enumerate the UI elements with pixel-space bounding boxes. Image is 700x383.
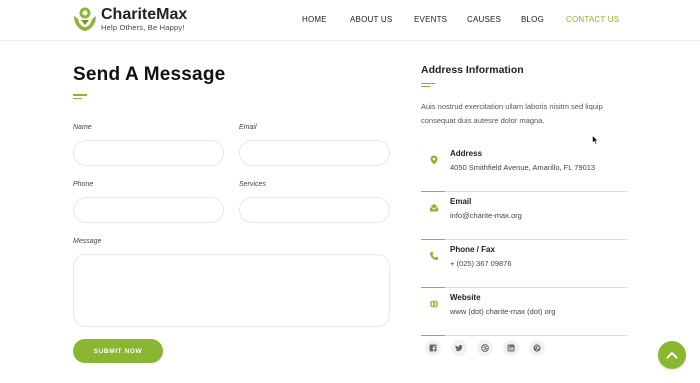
name-label: Name: [73, 124, 92, 131]
pinterest-icon[interactable]: [529, 340, 545, 356]
info-label: Email: [450, 197, 472, 206]
form-title: Send A Message: [73, 64, 226, 85]
nav-item-contact-us[interactable]: CONTACT US: [566, 15, 619, 24]
address-title-divider: [421, 83, 435, 87]
title-divider: [73, 94, 87, 99]
info-value[interactable]: www (dot) charite-max (dot) org: [450, 307, 555, 316]
map-pin-icon: [429, 152, 439, 165]
info-item-email: Email info@charite-max.org: [421, 192, 627, 240]
chevron-up-icon: [666, 352, 678, 359]
info-value[interactable]: + (025) 367 09876: [450, 259, 512, 268]
name-input[interactable]: [73, 140, 224, 166]
message-label: Message: [73, 238, 102, 245]
main-nav: HOME ABOUT US EVENTS CAUSES BLOG CONTACT…: [0, 15, 700, 27]
nav-item-home[interactable]: HOME: [302, 15, 327, 24]
email-label: Email: [239, 124, 257, 131]
phone-label: Phone: [73, 181, 94, 188]
services-label: Services: [239, 181, 266, 188]
dribbble-icon[interactable]: [477, 340, 493, 356]
globe-icon: [429, 296, 439, 309]
message-textarea[interactable]: [73, 254, 390, 327]
info-item-website: Website www (dot) charite-max (dot) org: [421, 288, 627, 336]
phone-input[interactable]: [73, 197, 224, 223]
address-intro: Auis nostrud exercitation ullam laboris …: [421, 102, 603, 125]
nav-item-events[interactable]: EVENTS: [414, 15, 447, 24]
info-item-phone: Phone / Fax + (025) 367 09876: [421, 240, 627, 288]
info-item-address: Address 4050 Smithfield Avenue, Amarillo…: [421, 144, 627, 192]
mouse-cursor-icon: [592, 132, 599, 150]
back-to-top-button[interactable]: [658, 341, 686, 369]
submit-button[interactable]: SUBMIT NOW: [73, 339, 163, 363]
info-value: 4050 Smithfield Avenue, Amarillo, FL 790…: [450, 163, 596, 172]
facebook-icon[interactable]: [425, 340, 441, 356]
linkedin-icon[interactable]: [503, 340, 519, 356]
nav-item-blog[interactable]: BLOG: [521, 15, 544, 24]
site-header: ChariteMax Help Others, Be Happy! HOME A…: [0, 0, 700, 41]
envelope-icon: [429, 200, 439, 212]
info-label: Address: [450, 149, 483, 158]
twitter-icon[interactable]: [451, 340, 467, 356]
phone-icon: [429, 248, 439, 260]
address-title: Address Information: [421, 64, 524, 76]
nav-item-about-us[interactable]: ABOUT US: [350, 15, 392, 24]
info-label: Phone / Fax: [450, 245, 495, 254]
info-value[interactable]: info@charite-max.org: [450, 211, 522, 220]
info-label: Website: [450, 293, 481, 302]
nav-item-causes[interactable]: CAUSES: [467, 15, 501, 24]
email-input[interactable]: [239, 140, 390, 166]
services-input[interactable]: [239, 197, 390, 223]
